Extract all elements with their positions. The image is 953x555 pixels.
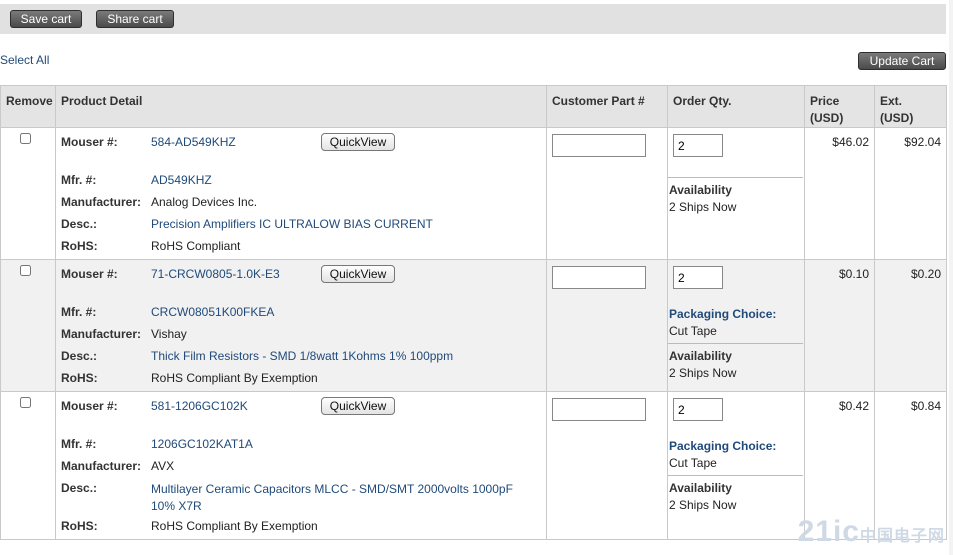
table-row: Mouser #: 71-CRCW0805-1.0K-E3 QuickView …: [0, 259, 947, 392]
col-customer-part: Customer Part #: [546, 85, 668, 128]
customer-part-input[interactable]: [552, 134, 646, 157]
extended-price: $92.04: [904, 135, 941, 149]
unit-price: $46.02: [832, 135, 869, 149]
desc-label: Desc.:: [61, 349, 98, 363]
availability-label: Availability: [669, 349, 732, 363]
col-price: Price (USD): [804, 85, 875, 128]
availability-label: Availability: [669, 183, 732, 197]
availability-value: 2 Ships Now: [669, 498, 737, 512]
rohs-label: RoHS:: [61, 519, 98, 533]
quickview-button[interactable]: QuickView: [321, 397, 395, 415]
watermark-main: 21ic: [797, 515, 860, 548]
mfr-label: Mfr. #:: [61, 173, 97, 187]
desc-link[interactable]: Multilayer Ceramic Capacitors MLCC - SMD…: [151, 481, 536, 515]
table-row: Mouser #: 584-AD549KHZ QuickView Mfr. #:…: [0, 127, 947, 260]
customer-part-input[interactable]: [552, 266, 646, 289]
customer-part-input[interactable]: [552, 398, 646, 421]
packaging-value: Cut Tape: [669, 324, 717, 338]
availability-label: Availability: [669, 481, 732, 495]
mfr-label: Mfr. #:: [61, 437, 97, 451]
divider: [668, 177, 803, 178]
col-remove: Remove: [0, 85, 56, 128]
divider: [668, 475, 803, 476]
manufacturer-value: Analog Devices Inc.: [151, 195, 258, 209]
availability-value: 2 Ships Now: [669, 200, 737, 214]
cart-toolbar: Save cart Share cart: [0, 4, 946, 34]
product-detail: Mouser #: 581-1206GC102K QuickView Mfr. …: [56, 392, 546, 539]
divider: [668, 343, 803, 344]
select-all-link[interactable]: Select All: [0, 53, 49, 67]
quantity-input[interactable]: [673, 398, 723, 421]
desc-link[interactable]: Thick Film Resistors - SMD 1/8watt 1Kohm…: [151, 349, 453, 363]
remove-checkbox[interactable]: [20, 265, 31, 276]
cart-table: Remove Product Detail Customer Part # Or…: [0, 85, 947, 540]
watermark-logo: 21ic中国电子网: [798, 515, 945, 549]
rohs-value: RoHS Compliant By Exemption: [151, 371, 318, 385]
col-product-detail: Product Detail: [55, 85, 547, 128]
product-detail: Mouser #: 71-CRCW0805-1.0K-E3 QuickView …: [56, 260, 546, 391]
quantity-input[interactable]: [673, 134, 723, 157]
packaging-choice-link[interactable]: Packaging Choice:: [669, 307, 776, 321]
mfr-number-link[interactable]: 1206GC102KAT1A: [151, 437, 253, 451]
mouser-label: Mouser #:: [61, 267, 118, 281]
right-edge: [949, 0, 953, 555]
rohs-label: RoHS:: [61, 371, 98, 385]
availability-value: 2 Ships Now: [669, 366, 737, 380]
save-cart-button[interactable]: Save cart: [10, 10, 82, 28]
quickview-button[interactable]: QuickView: [321, 133, 395, 151]
remove-checkbox[interactable]: [20, 133, 31, 144]
remove-checkbox[interactable]: [20, 397, 31, 408]
quickview-button[interactable]: QuickView: [321, 265, 395, 283]
col-ext: Ext. (USD): [874, 85, 947, 128]
desc-label: Desc.:: [61, 481, 98, 495]
extended-price: $0.84: [910, 399, 941, 413]
mfr-number-link[interactable]: AD549KHZ: [151, 173, 212, 187]
packaging-choice-link[interactable]: Packaging Choice:: [669, 439, 776, 453]
watermark-sub: 中国电子网: [859, 528, 945, 545]
manufacturer-label: Manufacturer:: [61, 327, 142, 341]
mouser-number-link[interactable]: 584-AD549KHZ: [151, 135, 236, 149]
manufacturer-value: Vishay: [151, 327, 187, 341]
mouser-number-link[interactable]: 71-CRCW0805-1.0K-E3: [151, 267, 280, 281]
manufacturer-value: AVX: [151, 459, 175, 473]
desc-link[interactable]: Precision Amplifiers IC ULTRALOW BIAS CU…: [151, 217, 433, 231]
unit-price: $0.10: [838, 267, 869, 281]
mouser-number-link[interactable]: 581-1206GC102K: [151, 399, 248, 413]
mfr-number-link[interactable]: CRCW08051K00FKEA: [151, 305, 274, 319]
manufacturer-label: Manufacturer:: [61, 195, 142, 209]
table-header: Remove Product Detail Customer Part # Or…: [0, 85, 947, 128]
product-detail: Mouser #: 584-AD549KHZ QuickView Mfr. #:…: [56, 128, 546, 259]
col-order-qty: Order Qty.: [667, 85, 805, 128]
rohs-label: RoHS:: [61, 239, 98, 253]
extended-price: $0.20: [910, 267, 941, 281]
mouser-label: Mouser #:: [61, 135, 118, 149]
update-cart-button[interactable]: Update Cart: [858, 52, 946, 70]
rohs-value: RoHS Compliant: [151, 239, 241, 253]
mfr-label: Mfr. #:: [61, 305, 97, 319]
desc-label: Desc.:: [61, 217, 98, 231]
packaging-value: Cut Tape: [669, 456, 717, 470]
unit-price: $0.42: [838, 399, 869, 413]
manufacturer-label: Manufacturer:: [61, 459, 142, 473]
share-cart-button[interactable]: Share cart: [96, 10, 174, 28]
rohs-value: RoHS Compliant By Exemption: [151, 519, 318, 533]
quantity-input[interactable]: [673, 266, 723, 289]
mouser-label: Mouser #:: [61, 399, 118, 413]
